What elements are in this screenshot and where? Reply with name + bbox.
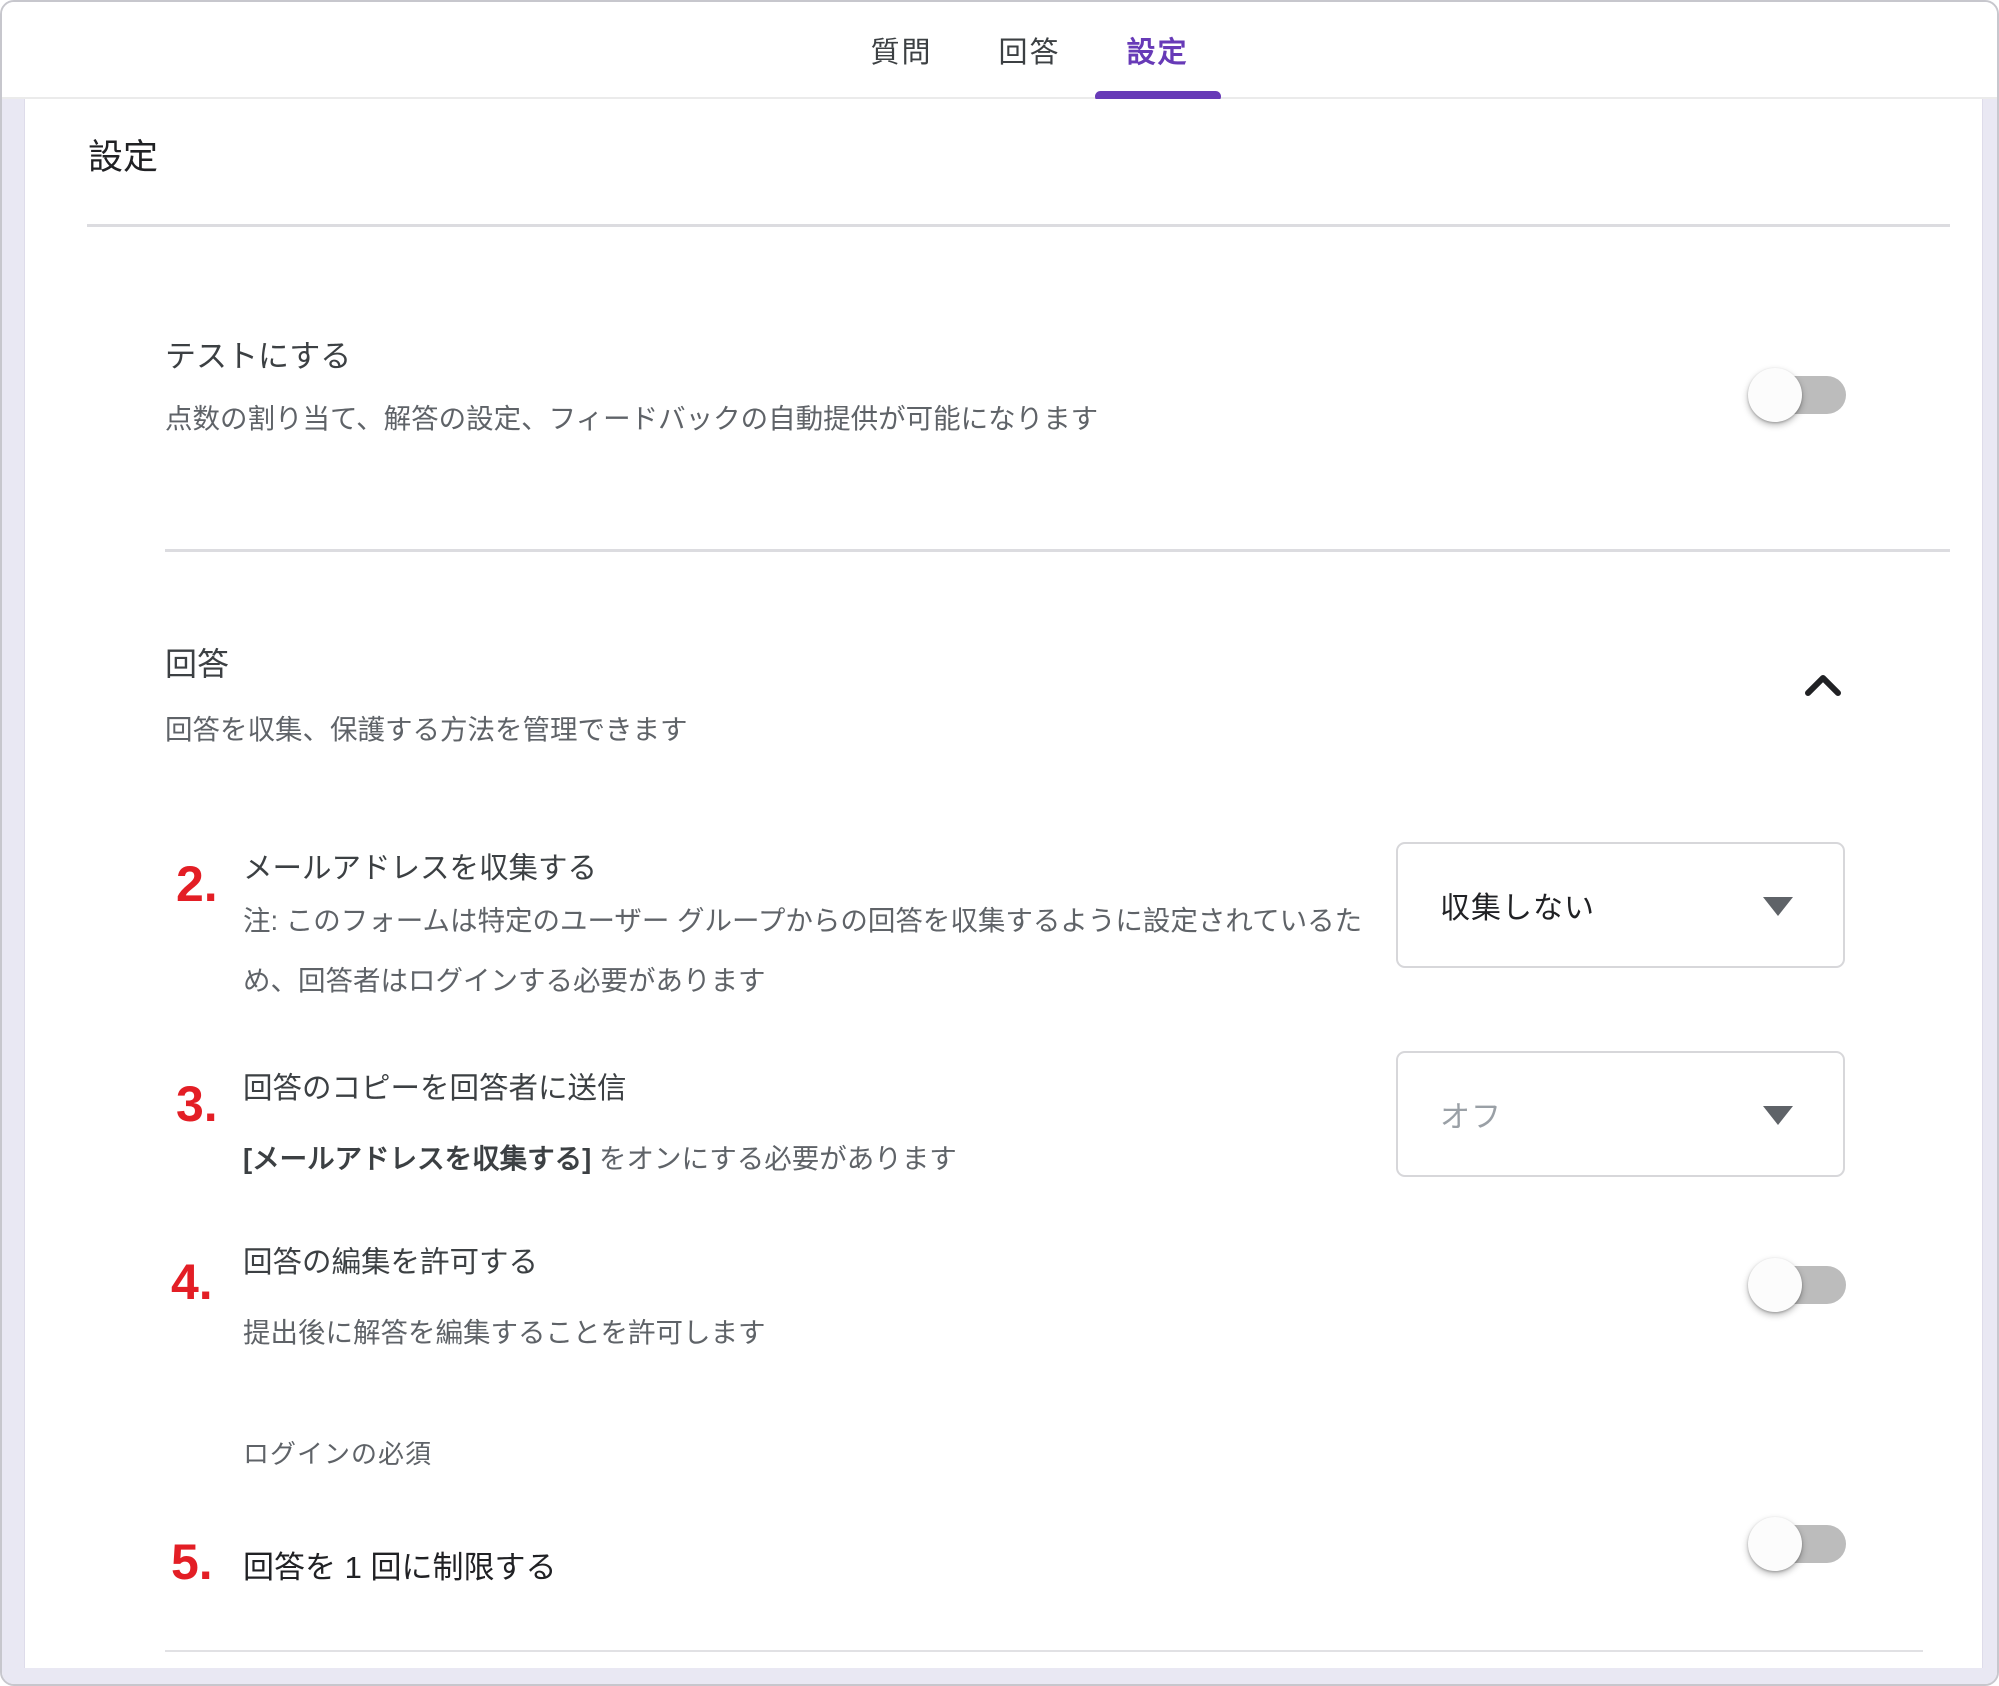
allow-edit-description: 提出後に解答を編集することを許可します [243,1303,766,1363]
tab-responses-label: 回答 [998,29,1060,71]
toggle-knob [1748,1517,1802,1571]
collect-email-title: メールアドレスを収集する [243,845,597,887]
toggle-knob [1748,368,1802,422]
chevron-up-icon[interactable] [1804,671,1842,699]
tab-questions-label: 質問 [870,29,932,71]
dropdown-arrow-icon [1763,1106,1793,1125]
page-title: 設定 [88,129,158,180]
send-copy-title: 回答のコピーを回答者に送信 [243,1065,627,1107]
allow-edit-toggle[interactable] [1750,1266,1846,1304]
dropdown-arrow-icon [1763,897,1793,916]
dropdown-value: オフ [1440,1092,1502,1136]
settings-card: 設定 テストにする 点数の割り当て、解答の設定、フィードバックの自動提供が可能に… [24,99,1983,1668]
send-copy-description-bold: [メールアドレスを収集する] [243,1143,591,1174]
annotation-4: 4. [171,1257,213,1307]
tab-bar: 質問 回答 設定 [2,2,1997,99]
tab-settings[interactable]: 設定 [1127,1,1189,98]
responses-section-title: 回答 [165,639,229,685]
send-copy-description-rest: をオンにする必要があります [591,1143,956,1174]
limit-one-toggle[interactable] [1750,1525,1846,1563]
collect-email-dropdown[interactable]: 収集しない [1396,842,1845,968]
collect-email-description: 注: このフォームは特定のユーザー グループからの回答を収集するように設定されて… [243,891,1403,1011]
signin-required-label: ログインの必須 [243,1434,432,1471]
quiz-section-description: 点数の割り当て、解答の設定、フィードバックの自動提供が可能になります [165,396,1098,436]
quiz-toggle[interactable] [1750,376,1846,414]
allow-edit-title: 回答の編集を許可する [243,1239,538,1281]
tab-questions[interactable]: 質問 [870,1,932,98]
divider [165,1650,1923,1652]
quiz-section-title: テストにする [165,331,351,376]
tab-responses[interactable]: 回答 [998,1,1060,98]
forms-settings-page: 質問 回答 設定 設定 テストにする 点数の割り当て、解答の設定、フィードバック… [0,0,1999,1686]
send-copy-dropdown[interactable]: オフ [1396,1051,1845,1177]
annotation-5: 5. [171,1537,213,1587]
limit-one-title: 回答を 1 回に制限する [243,1542,556,1587]
dropdown-value: 収集しない [1440,883,1595,927]
annotation-2: 2. [176,859,218,909]
tab-settings-label: 設定 [1127,29,1189,71]
divider [87,224,1950,227]
divider [165,549,1950,552]
responses-section-description: 回答を収集、保護する方法を管理できます [165,707,688,747]
toggle-knob [1748,1258,1802,1312]
annotation-3: 3. [176,1079,218,1129]
